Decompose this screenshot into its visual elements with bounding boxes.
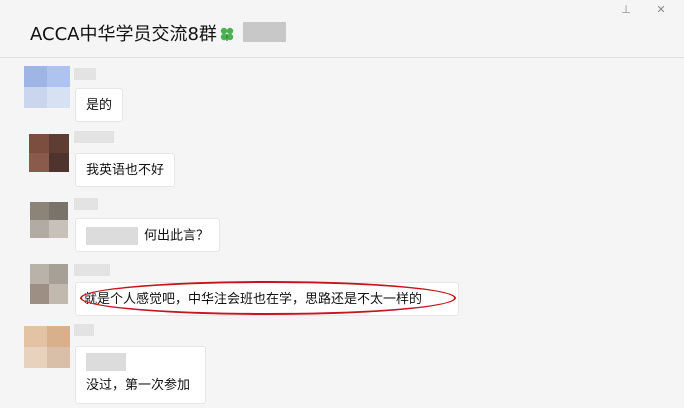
avatar-pixel bbox=[30, 202, 49, 220]
message-text: 没过，第一次参加 bbox=[86, 378, 191, 393]
avatar-pixel bbox=[49, 284, 68, 304]
pin-icon[interactable]: ⊥ bbox=[619, 3, 633, 17]
avatar-pixel bbox=[47, 326, 70, 347]
message-bubble[interactable]: 我英语也不好 bbox=[75, 153, 176, 187]
avatar-pixel bbox=[49, 153, 69, 172]
sender-name bbox=[74, 131, 114, 143]
message-text: 何出此言？ bbox=[144, 228, 210, 244]
close-icon[interactable]: ✕ bbox=[654, 3, 668, 17]
sender-name bbox=[74, 324, 94, 336]
sender-name bbox=[74, 198, 98, 210]
sender-name bbox=[74, 68, 96, 80]
avatar[interactable] bbox=[24, 326, 70, 368]
chat-header: ACCA中华学员交流8群 ⊥ ✕ bbox=[0, 0, 684, 58]
avatar-pixel bbox=[29, 134, 49, 153]
avatar-pixel bbox=[49, 134, 69, 153]
avatar-pixel bbox=[49, 202, 68, 220]
avatar-pixel bbox=[29, 153, 49, 172]
avatar-pixel bbox=[24, 326, 47, 347]
highlight-circle bbox=[80, 281, 456, 315]
avatar-pixel bbox=[47, 347, 70, 368]
message-text: 是的 bbox=[86, 98, 113, 113]
avatar-pixel bbox=[30, 284, 49, 304]
avatar-pixel bbox=[47, 66, 70, 87]
avatar-pixel bbox=[49, 264, 68, 284]
message-text: 我英语也不好 bbox=[86, 163, 165, 178]
avatar[interactable] bbox=[30, 202, 68, 238]
blurred-member-count bbox=[243, 22, 286, 42]
avatar-pixel bbox=[30, 220, 49, 238]
blurred-mention bbox=[86, 227, 138, 245]
avatar[interactable] bbox=[29, 134, 69, 172]
avatar[interactable] bbox=[24, 66, 70, 108]
message-bubble[interactable]: 是的 bbox=[75, 88, 124, 122]
sender-name bbox=[74, 264, 110, 276]
chat-title: ACCA中华学员交流8群 bbox=[30, 20, 235, 47]
avatar-pixel bbox=[47, 87, 70, 108]
message-bubble[interactable]: 没过，第一次参加 bbox=[75, 346, 206, 404]
avatar-pixel bbox=[24, 66, 47, 87]
avatar[interactable] bbox=[30, 264, 68, 304]
blurred-quote bbox=[86, 353, 126, 371]
avatar-pixel bbox=[24, 347, 47, 368]
avatar-pixel bbox=[24, 87, 47, 108]
avatar-pixel bbox=[49, 220, 68, 238]
clover-icon bbox=[219, 26, 235, 47]
message-bubble[interactable]: 何出此言？ bbox=[75, 218, 221, 252]
chat-title-text: ACCA中华学员交流8群 bbox=[30, 24, 217, 45]
avatar-pixel bbox=[30, 264, 49, 284]
